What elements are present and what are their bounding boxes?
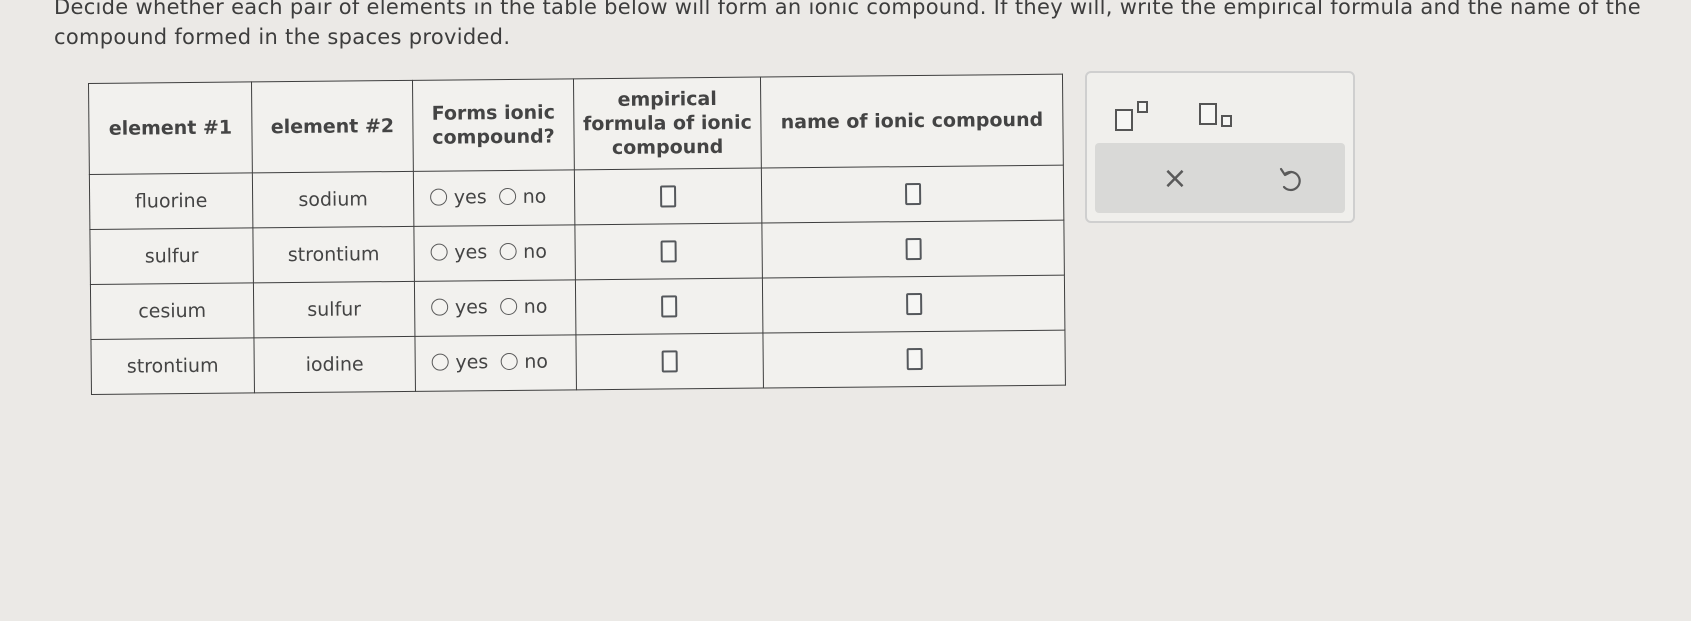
cell-formula <box>575 278 763 335</box>
name-input[interactable] <box>904 183 921 206</box>
no-radio[interactable]: no <box>499 295 548 318</box>
no-label: no <box>524 350 549 373</box>
name-input[interactable] <box>905 238 922 261</box>
radio-circle-icon[interactable] <box>498 188 516 206</box>
table-row: fluorine sodium yes no <box>89 165 1064 230</box>
cell-forms-ionic: yes no <box>413 224 576 282</box>
no-label: no <box>523 240 547 263</box>
radio-circle-icon[interactable] <box>430 243 448 261</box>
header-forms-ionic: Forms ionic compound? <box>412 78 575 172</box>
radio-circle-icon[interactable] <box>429 188 447 206</box>
undo-button[interactable] <box>1275 163 1309 197</box>
yes-radio[interactable]: yes <box>430 295 488 319</box>
formula-input[interactable] <box>660 240 677 263</box>
instructions-line-2: compound formed in the spaces provided. <box>54 25 511 49</box>
no-label: no <box>523 295 548 318</box>
cell-element-2: strontium <box>252 226 415 283</box>
radio-circle-icon[interactable] <box>499 243 517 261</box>
cell-element-2: sodium <box>252 171 414 228</box>
radio-circle-icon[interactable] <box>499 298 517 316</box>
cell-forms-ionic: yes no <box>414 334 577 392</box>
cell-element-1: cesium <box>90 282 254 340</box>
question-table: element #1 element #2 Forms ionic compou… <box>88 73 1066 395</box>
cell-name <box>761 220 1065 279</box>
action-bar: × <box>1095 143 1345 213</box>
answer-tool-panel: × <box>1085 71 1355 223</box>
radio-circle-icon[interactable] <box>500 353 518 371</box>
formula-input[interactable] <box>660 185 677 208</box>
formula-input[interactable] <box>661 350 678 373</box>
yes-radio[interactable]: yes <box>431 351 488 374</box>
radio-circle-icon[interactable] <box>431 353 449 371</box>
yes-label: yes <box>454 295 488 319</box>
cell-forms-ionic: yes no <box>414 279 576 337</box>
cell-formula <box>574 168 762 225</box>
table-row: cesium sulfur yes no <box>90 275 1065 340</box>
cell-forms-ionic: yes no <box>413 169 575 227</box>
name-input[interactable] <box>906 348 923 371</box>
cell-element-1: fluorine <box>89 172 253 230</box>
format-toolbar <box>1087 73 1353 153</box>
radio-circle-icon[interactable] <box>430 298 448 316</box>
header-element-1: element #1 <box>88 81 253 175</box>
no-radio[interactable]: no <box>500 350 549 373</box>
yes-label: yes <box>454 240 488 264</box>
cell-formula <box>574 223 763 280</box>
table-row: sulfur strontium yes no <box>89 220 1065 285</box>
cell-element-2: sulfur <box>253 281 415 338</box>
yes-label: yes <box>453 185 487 209</box>
cell-name <box>761 165 1064 224</box>
cell-formula <box>575 333 764 390</box>
cell-element-1: strontium <box>90 337 255 395</box>
table-row: strontium iodine yes no <box>90 330 1066 395</box>
yes-radio[interactable]: yes <box>430 241 487 264</box>
undo-icon <box>1279 167 1301 192</box>
header-formula: empirical formula of ionic compound <box>573 77 762 170</box>
header-name: name of ionic compound <box>760 74 1064 169</box>
yes-label: yes <box>455 350 489 374</box>
no-label: no <box>522 185 547 208</box>
header-row: element #1 element #2 Forms ionic compou… <box>88 74 1064 175</box>
no-radio[interactable]: no <box>499 240 547 263</box>
subscript-button[interactable] <box>1199 101 1247 133</box>
instructions-line-1: Decide whether each pair of elements in … <box>54 0 1641 19</box>
cell-name <box>762 330 1066 389</box>
clear-button[interactable]: × <box>1155 161 1195 197</box>
instructions: Decide whether each pair of elements in … <box>54 0 1674 52</box>
yes-radio[interactable]: yes <box>429 185 487 209</box>
superscript-button[interactable] <box>1115 101 1163 133</box>
cell-element-1: sulfur <box>89 227 254 285</box>
formula-input[interactable] <box>661 295 678 318</box>
cell-element-2: iodine <box>253 336 416 393</box>
name-input[interactable] <box>905 293 922 316</box>
cell-name <box>762 275 1065 334</box>
no-radio[interactable]: no <box>498 185 547 208</box>
header-element-2: element #2 <box>251 80 414 173</box>
